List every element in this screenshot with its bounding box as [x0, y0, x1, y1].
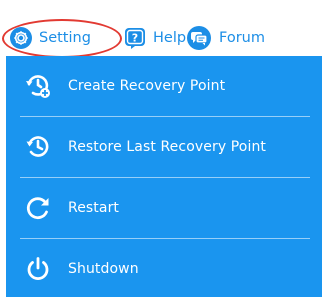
menu-item-label: Restore Last Recovery Point	[68, 139, 267, 155]
highlight-annotation	[2, 19, 122, 58]
forum-label: Forum	[219, 30, 265, 46]
menu-item-restore-last-recovery-point[interactable]: Restore Last Recovery Point	[6, 117, 322, 177]
question-icon: ?	[125, 28, 145, 49]
menu-item-label: Shutdown	[68, 261, 139, 277]
help-button[interactable]: ? Help	[124, 26, 186, 50]
menu-item-create-recovery-point[interactable]: Create Recovery Point	[6, 56, 322, 116]
menu-item-shutdown[interactable]: Shutdown	[6, 239, 322, 299]
power-icon	[24, 255, 52, 283]
setting-dropdown-menu: Create Recovery Point Restore Last Recov…	[6, 56, 322, 297]
restore-icon	[24, 133, 52, 161]
help-label: Help	[153, 30, 187, 46]
top-toolbar: Setting ? Help Forum	[0, 0, 330, 58]
menu-item-label: Restart	[68, 200, 120, 216]
chat-bubbles-icon	[187, 26, 211, 50]
menu-item-restart[interactable]: Restart	[6, 178, 322, 238]
create-recovery-icon	[24, 72, 52, 100]
restart-icon	[24, 194, 52, 222]
forum-button[interactable]: Forum	[186, 26, 265, 50]
menu-item-label: Create Recovery Point	[68, 78, 226, 94]
svg-text:?: ?	[132, 32, 138, 45]
